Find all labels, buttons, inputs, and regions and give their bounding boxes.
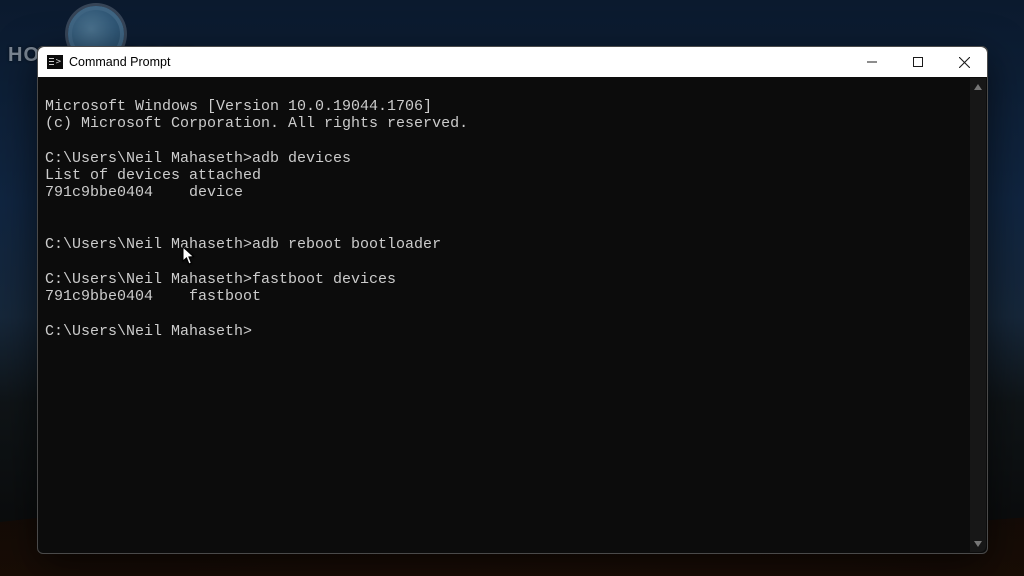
terminal-area: Microsoft Windows [Version 10.0.19044.17… bbox=[39, 78, 986, 552]
window-controls bbox=[849, 47, 987, 77]
minimize-button[interactable] bbox=[849, 47, 895, 77]
maximize-icon bbox=[913, 57, 923, 67]
command-prompt-window: Command Prompt Microsoft Windows [Versio… bbox=[37, 46, 988, 554]
terminal-output[interactable]: Microsoft Windows [Version 10.0.19044.17… bbox=[39, 93, 970, 537]
scrollbar-vertical[interactable] bbox=[970, 78, 986, 552]
window-title: Command Prompt bbox=[69, 55, 170, 69]
close-icon bbox=[959, 57, 970, 68]
maximize-button[interactable] bbox=[895, 47, 941, 77]
scroll-up-button[interactable] bbox=[970, 78, 986, 95]
cmd-icon bbox=[47, 55, 63, 69]
minimize-icon bbox=[867, 57, 877, 67]
chevron-up-icon bbox=[974, 83, 982, 91]
titlebar[interactable]: Command Prompt bbox=[38, 47, 987, 77]
scroll-down-button[interactable] bbox=[970, 535, 986, 552]
chevron-down-icon bbox=[974, 540, 982, 548]
desktop-wallpaper: HOWISOLVE.COM Command Prompt Microsoft W… bbox=[0, 0, 1024, 576]
close-button[interactable] bbox=[941, 47, 987, 77]
